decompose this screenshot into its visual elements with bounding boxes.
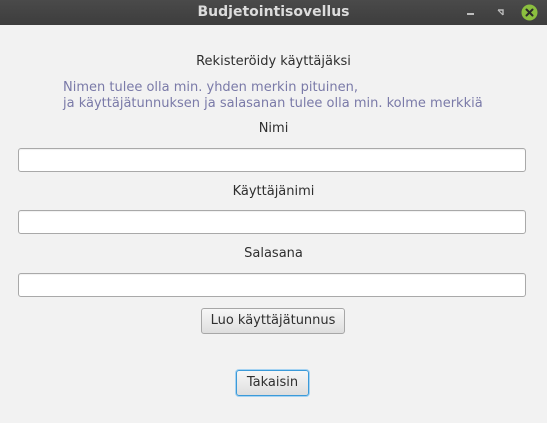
name-field[interactable] — [18, 148, 526, 172]
back-button[interactable]: Takaisin — [236, 370, 309, 396]
title-bar[interactable]: Budjetointisovellus — [0, 0, 547, 25]
registration-form: Rekisteröidy käyttäjäksi Nimen tulee oll… — [0, 25, 547, 423]
maximize-icon[interactable] — [492, 4, 509, 21]
form-heading: Rekisteröidy käyttäjäksi — [196, 54, 351, 69]
username-label: Käyttäjänimi — [232, 184, 315, 199]
hint-line-1: Nimen tulee olla min. yhden merkin pitui… — [63, 80, 358, 95]
name-label: Nimi — [258, 121, 289, 136]
create-account-button[interactable]: Luo käyttäjätunnus — [201, 308, 345, 334]
hint-line-2: ja käyttäjätunnuksen ja salasanan tulee … — [63, 96, 483, 111]
password-field[interactable] — [18, 273, 526, 297]
close-icon[interactable] — [521, 4, 538, 21]
form-hint: Nimen tulee olla min. yhden merkin pitui… — [63, 80, 483, 112]
username-field[interactable] — [18, 210, 526, 234]
minimize-icon[interactable] — [462, 4, 479, 21]
password-label: Salasana — [244, 246, 303, 261]
app-window: Budjetointisovellus Rekisteröidy käyttäj… — [0, 0, 547, 423]
